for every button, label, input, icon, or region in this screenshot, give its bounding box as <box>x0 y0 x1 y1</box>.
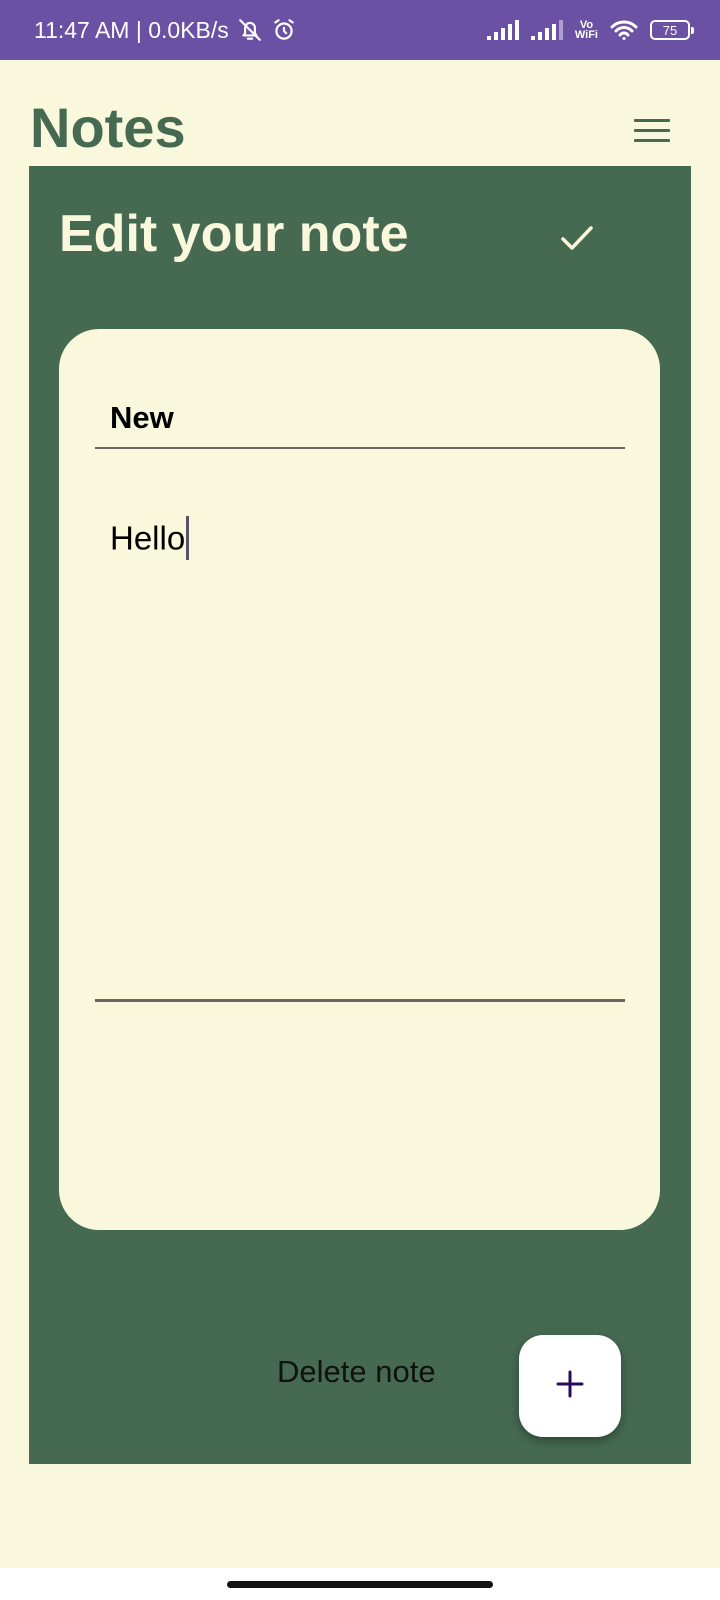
mute-bell-icon <box>237 17 263 43</box>
battery-level: 75 <box>662 22 678 38</box>
editor-card: New Hello <box>59 329 660 1230</box>
status-right: Vo WiFi 75 <box>486 19 694 41</box>
signal-icon <box>486 20 519 40</box>
vowifi-bottom: WiFi <box>574 29 598 41</box>
wifi-icon <box>610 19 638 41</box>
signal-icon-2 <box>530 20 563 40</box>
menu-line <box>634 118 670 122</box>
plus-icon <box>553 1367 587 1406</box>
menu-line <box>634 128 670 132</box>
battery-indicator: 75 <box>650 20 694 40</box>
status-time-speed: 11:47 AM | 0.0KB/s <box>34 16 229 43</box>
add-note-button[interactable] <box>519 1335 621 1437</box>
text-cursor <box>186 516 190 560</box>
note-title-input[interactable]: New <box>95 389 625 449</box>
note-body-text: Hello <box>110 519 186 557</box>
check-icon[interactable] <box>557 218 597 258</box>
status-bar: 11:47 AM | 0.0KB/s Vo WiFi 75 <box>0 0 720 60</box>
app-title: Notes <box>30 96 186 159</box>
note-title-text: New <box>110 400 174 435</box>
alarm-icon <box>271 17 297 43</box>
home-indicator[interactable] <box>227 1581 493 1588</box>
status-left: 11:47 AM | 0.0KB/s <box>34 17 297 44</box>
delete-note-button[interactable]: Delete note <box>277 1354 436 1390</box>
hamburger-menu-icon[interactable] <box>634 112 678 148</box>
vowifi-indicator: Vo WiFi <box>574 20 598 41</box>
note-body-input[interactable]: Hello <box>95 469 625 1002</box>
edit-panel: Edit your note New Hello Delete note <box>29 166 691 1464</box>
menu-line <box>634 138 670 142</box>
panel-title: Edit your note <box>59 205 409 263</box>
